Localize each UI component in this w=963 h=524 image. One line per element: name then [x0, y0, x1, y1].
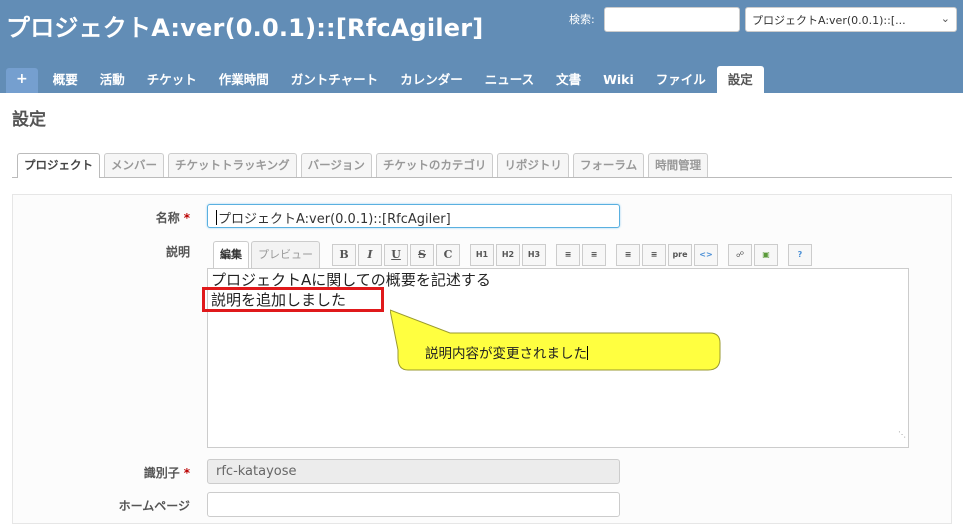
settings-tabs: プロジェクト メンバー チケットトラッキング バージョン チケットのカテゴリ リ…: [12, 153, 952, 178]
menu-gantt[interactable]: ガントチャート: [280, 68, 389, 93]
tab-project[interactable]: プロジェクト: [17, 153, 100, 178]
editor-tab-edit[interactable]: 編集: [213, 241, 249, 268]
project-jump-value: プロジェクトA:ver(0.0.1)::[...: [752, 14, 906, 27]
heading2-icon[interactable]: H2: [496, 244, 520, 266]
blockquote-icon[interactable]: ≡: [616, 244, 640, 266]
inline-code-icon[interactable]: C: [436, 244, 460, 266]
menu-time-entries[interactable]: 作業時間: [208, 68, 280, 93]
tab-versions[interactable]: バージョン: [300, 153, 372, 177]
underline-icon[interactable]: U: [384, 244, 408, 266]
description-label: 説明: [165, 245, 190, 259]
search-label: 検索:: [569, 13, 595, 26]
tab-members[interactable]: メンバー: [104, 153, 164, 177]
callout-text: 説明内容が変更されました: [425, 346, 588, 362]
italic-icon[interactable]: I: [358, 244, 382, 266]
help-icon[interactable]: ?: [788, 244, 812, 266]
menu-settings[interactable]: 設定: [716, 66, 764, 93]
menu-calendar[interactable]: カレンダー: [389, 68, 474, 93]
text-caret: [216, 210, 217, 225]
identifier-label: 識別子 *: [143, 466, 190, 480]
name-input[interactable]: プロジェクトA:ver(0.0.1)::[RfcAgiler]: [207, 204, 620, 228]
image-icon[interactable]: ▣: [754, 244, 778, 266]
highlight-box: [202, 287, 384, 312]
menu-documents[interactable]: 文書: [545, 68, 592, 93]
ordered-list-icon[interactable]: ≡: [582, 244, 606, 266]
tab-forums[interactable]: フォーラム: [572, 153, 645, 177]
project-jump-select[interactable]: プロジェクトA:ver(0.0.1)::[... ⌄: [745, 7, 957, 32]
identifier-input[interactable]: rfc-katayose: [207, 459, 620, 484]
unquote-icon[interactable]: ≡: [642, 244, 666, 266]
code-highlight-icon[interactable]: <>: [694, 244, 718, 266]
name-label: 名称 *: [155, 211, 190, 225]
tab-issue-tracking[interactable]: チケットトラッキング: [168, 153, 297, 177]
wiki-toolbar: 編集 プレビュー B I U S C H1 H2 H3 ≡ ≡ ≡ ≡ pre …: [213, 241, 812, 268]
project-title: プロジェクトA:ver(0.0.1)::[RfcAgiler]: [6, 14, 484, 42]
homepage-input[interactable]: [207, 492, 620, 517]
menu-issues[interactable]: チケット: [136, 68, 208, 93]
tab-time-tracking[interactable]: 時間管理: [648, 153, 709, 177]
heading3-icon[interactable]: H3: [522, 244, 546, 266]
menu-overview[interactable]: 概要: [42, 68, 89, 93]
menu-wiki[interactable]: Wiki: [592, 68, 645, 93]
wiki-link-icon[interactable]: ☍: [728, 244, 752, 266]
menu-news[interactable]: ニュース: [474, 68, 545, 93]
resize-grip-icon[interactable]: ⋱: [898, 425, 906, 445]
strikethrough-icon[interactable]: S: [410, 244, 434, 266]
name-input-value: プロジェクトA:ver(0.0.1)::[RfcAgiler]: [218, 212, 451, 227]
tab-categories[interactable]: チケットのカテゴリ: [375, 153, 494, 177]
editor-tab-preview[interactable]: プレビュー: [251, 241, 320, 268]
tab-repository[interactable]: リポジトリ: [497, 153, 569, 177]
bold-icon[interactable]: B: [332, 244, 356, 266]
menu-new-button[interactable]: +: [6, 68, 38, 93]
page-title: 設定: [12, 110, 46, 130]
main-menu: + 概要 活動 チケット 作業時間 ガントチャート カレンダー ニュース 文書 …: [6, 66, 764, 93]
unordered-list-icon[interactable]: ≡: [556, 244, 580, 266]
menu-files[interactable]: ファイル: [645, 68, 717, 93]
heading1-icon[interactable]: H1: [470, 244, 494, 266]
chevron-down-icon: ⌄: [940, 12, 950, 25]
preformatted-icon[interactable]: pre: [668, 244, 692, 266]
homepage-label: ホームページ: [118, 499, 190, 513]
menu-activity[interactable]: 活動: [89, 68, 136, 93]
search-input[interactable]: [604, 7, 740, 32]
